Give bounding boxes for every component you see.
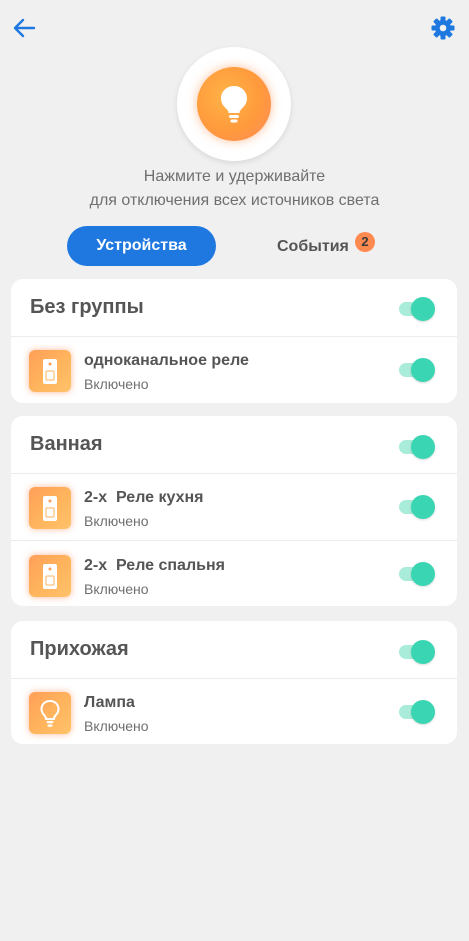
- group-header: Без группы: [11, 279, 457, 337]
- device-row[interactable]: 2-х Реле кухня Включено: [11, 473, 457, 539]
- toggle-knob: [411, 435, 435, 459]
- tab-devices[interactable]: Устройства: [67, 226, 216, 266]
- tab-events[interactable]: События 2: [265, 226, 375, 266]
- group-toggle[interactable]: [399, 639, 435, 665]
- relay-icon: [29, 350, 71, 392]
- master-light-glow: [197, 67, 271, 141]
- group-header: Ванная: [11, 416, 457, 474]
- group-toggle[interactable]: [399, 434, 435, 460]
- group-header: Прихожая: [11, 621, 457, 679]
- device-row[interactable]: 2-х Реле спальня Включено: [11, 540, 457, 607]
- back-button[interactable]: [12, 16, 38, 40]
- device-row[interactable]: одноканальное реле Включено: [11, 336, 457, 402]
- device-toggle[interactable]: [399, 699, 435, 725]
- device-toggle[interactable]: [399, 561, 435, 587]
- toggle-knob: [411, 495, 435, 519]
- group-card: Прихожая Лампа Включено: [11, 621, 457, 744]
- group-card: Без группы одноканальное реле Включено: [11, 279, 457, 403]
- relay-icon: [29, 487, 71, 529]
- device-name: 2-х Реле кухня: [84, 489, 204, 506]
- relay-icon: [29, 555, 71, 597]
- device-name: 2-х Реле спальня: [84, 557, 225, 574]
- toggle-knob: [411, 297, 435, 321]
- tab-events-label: События: [277, 238, 349, 255]
- lamp-icon: [29, 692, 71, 734]
- master-hint-line1: Нажмите и удерживайте: [143, 168, 326, 185]
- device-status: Включено: [84, 513, 149, 529]
- gear-icon: [431, 16, 455, 40]
- device-name: Лампа: [84, 694, 135, 711]
- group-title: Ванная: [30, 433, 103, 455]
- toggle-knob: [411, 640, 435, 664]
- settings-button[interactable]: [430, 15, 456, 41]
- events-count-badge: 2: [355, 232, 375, 252]
- device-status: Включено: [84, 581, 149, 597]
- toggle-knob: [411, 358, 435, 382]
- device-name: одноканальное реле: [84, 352, 249, 369]
- master-light-button[interactable]: [177, 47, 291, 161]
- group-card: Ванная 2-х Реле кухня Включено 2-х Реле …: [11, 416, 457, 606]
- device-status: Включено: [84, 718, 149, 734]
- device-status: Включено: [84, 376, 149, 392]
- group-toggle[interactable]: [399, 296, 435, 322]
- toggle-knob: [411, 562, 435, 586]
- arrow-left-icon: [13, 18, 36, 38]
- device-row[interactable]: Лампа Включено: [11, 678, 457, 744]
- device-toggle[interactable]: [399, 494, 435, 520]
- toggle-knob: [411, 700, 435, 724]
- device-toggle[interactable]: [399, 357, 435, 383]
- lightbulb-icon: [221, 86, 247, 123]
- group-title: Прихожая: [30, 638, 129, 660]
- master-hint-line2: для отключения всех источников света: [89, 192, 380, 209]
- group-title: Без группы: [30, 296, 144, 318]
